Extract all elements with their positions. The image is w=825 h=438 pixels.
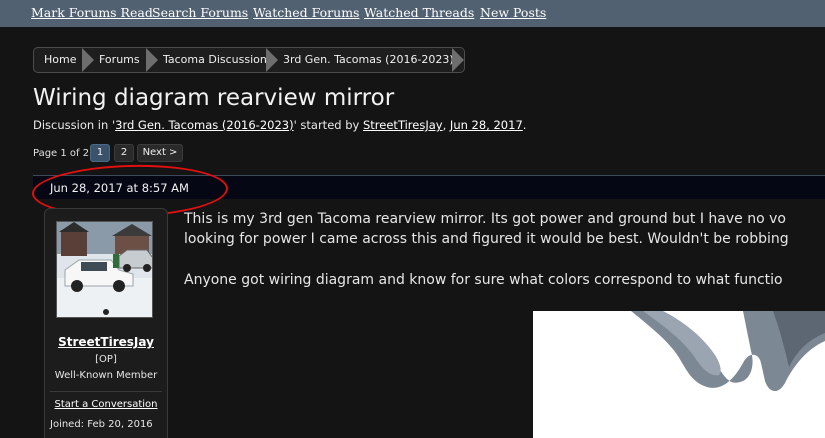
watched-forums-link[interactable]: Watched Forums <box>253 5 359 20</box>
rearview-mirror-photo <box>533 311 825 438</box>
post-body-line: Anyone got wiring diagram and know for s… <box>184 272 783 288</box>
breadcrumb-arrow-icon <box>146 48 158 72</box>
post-body-line: looking for power I came across this and… <box>184 231 789 247</box>
breadcrumb-arrow-icon <box>452 48 464 72</box>
top-nav-bar: Mark Forums Read Search Forums Watched F… <box>0 0 825 27</box>
author-link[interactable]: StreetTiresJay <box>363 118 443 132</box>
next-page-button[interactable]: Next > <box>137 144 183 162</box>
thread-date-link[interactable]: Jun 28, 2017 <box>450 118 523 132</box>
avatar[interactable] <box>56 221 153 318</box>
joined-row: Joined: Feb 20, 2016 <box>50 419 153 430</box>
thread-byline: Discussion in '3rd Gen. Tacomas (2016-20… <box>33 118 526 132</box>
breadcrumb-item-3rd-gen-tacomas[interactable]: 3rd Gen. Tacomas (2016-2023) <box>283 53 454 66</box>
post-body-line: This is my 3rd gen Tacoma rearview mirro… <box>184 211 786 227</box>
byline-prefix: Discussion in ' <box>33 118 116 132</box>
byline-end: . <box>522 118 527 132</box>
breadcrumb-item-tacoma-discussion[interactable]: Tacoma Discussion <box>163 53 267 66</box>
breadcrumb: Home Forums Tacoma Discussion 3rd Gen. T… <box>33 47 465 73</box>
breadcrumb-item-forums[interactable]: Forums <box>99 53 140 66</box>
avatar-photo <box>57 222 152 317</box>
new-posts-link[interactable]: New Posts <box>480 5 546 20</box>
page-count-label: Page 1 of 2 <box>33 148 90 159</box>
joined-label: Joined: <box>50 419 85 430</box>
forum-link[interactable]: 3rd Gen. Tacomas (2016-2023) <box>115 118 293 132</box>
user-card-divider <box>50 391 162 392</box>
start-conversation-link[interactable]: Start a Conversation <box>44 399 168 410</box>
breadcrumb-arrow-icon <box>266 48 278 72</box>
op-badge: [OP] <box>95 354 117 365</box>
byline-sep: , <box>442 118 450 132</box>
user-title: Well-Known Member <box>54 370 158 381</box>
page-button-1[interactable]: 1 <box>90 144 110 162</box>
post-attachment-image[interactable] <box>533 311 825 438</box>
joined-value: Feb 20, 2016 <box>87 419 153 430</box>
watched-threads-link[interactable]: Watched Threads <box>364 5 474 20</box>
breadcrumb-arrow-icon <box>82 48 94 72</box>
page-title: Wiring diagram rearview mirror <box>33 85 395 111</box>
search-forums-link[interactable]: Search Forums <box>152 5 248 20</box>
post-author-username[interactable]: StreetTiresJay <box>44 335 168 349</box>
page-button-2[interactable]: 2 <box>114 144 134 162</box>
mark-forums-read-link[interactable]: Mark Forums Read <box>31 5 153 20</box>
byline-mid: ' started by <box>293 118 363 132</box>
breadcrumb-item-home[interactable]: Home <box>44 53 76 66</box>
